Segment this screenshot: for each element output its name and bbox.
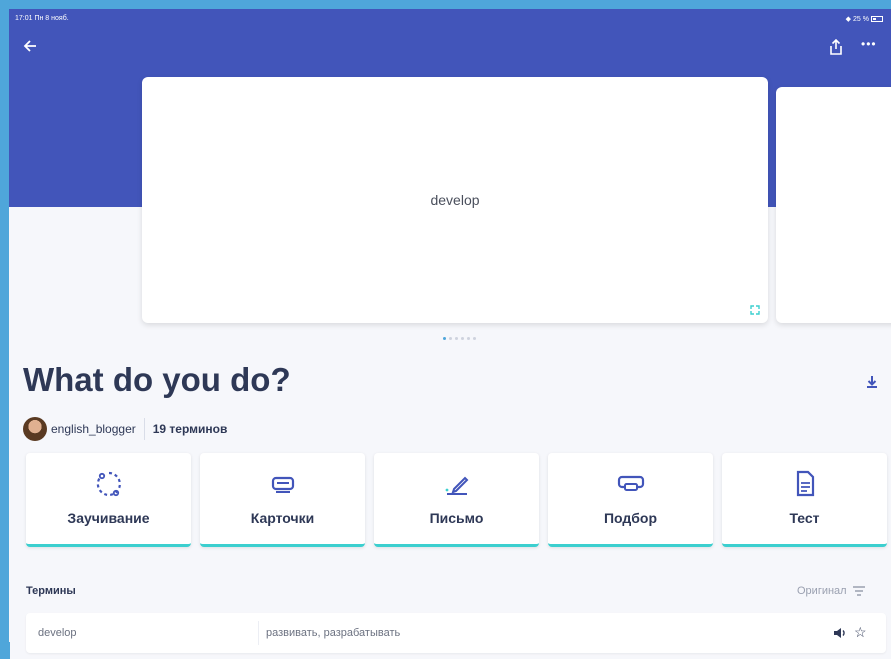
window-frame-corner [0,642,10,659]
table-row: develop развивать, разрабатывать ☆ [26,613,886,653]
page-title: What do you do? [23,361,291,398]
carousel-dot[interactable] [467,337,470,340]
term-word: develop [38,627,77,639]
mode-match-label: Подбор [603,510,658,526]
author-name[interactable]: english_blogger [51,422,136,436]
mode-test-label: Тест [789,510,820,526]
mode-learn-label: Заучивание [67,510,150,526]
carousel-dot-active[interactable] [443,337,446,340]
more-button[interactable]: ••• [861,37,881,57]
mode-cards-label: Карточки [250,510,315,526]
arrow-left-icon [23,40,36,52]
speaker-icon[interactable] [832,625,848,641]
battery-icon [871,16,883,22]
share-button[interactable] [829,38,847,59]
star-icon[interactable]: ☆ [854,624,867,640]
carousel-dot[interactable] [461,337,464,340]
mode-learn-button[interactable]: Заучивание [26,453,191,547]
carousel-dot[interactable] [473,337,476,340]
carousel-dot[interactable] [449,337,452,340]
cards-icon [271,476,294,493]
window-frame-top [0,0,891,9]
back-button[interactable] [23,39,43,59]
study-modes: Заучивание Карточки Письмо Подбор Тест [26,453,887,547]
term-divider [258,621,259,645]
status-battery: ◆ 25 % [846,15,883,23]
set-meta: english_blogger 19 терминов [23,416,227,442]
terms-sort-label: Оригинал [797,585,847,597]
terms-sort-button[interactable]: Оригинал [797,585,865,597]
expand-icon[interactable] [750,305,760,315]
carousel-dot[interactable] [455,337,458,340]
filter-icon [852,586,865,596]
next-flashcard-peek[interactable] [776,87,891,323]
window-frame-left [0,0,9,659]
flashcard[interactable]: develop [142,77,768,323]
write-pen-icon [445,476,468,495]
learn-cycle-icon [96,471,121,497]
carousel-dots [443,337,476,340]
meta-divider [143,418,145,440]
status-bar: 17:01 Пн 8 нояб. ◆ 25 % [15,13,883,27]
mode-test-button[interactable]: Тест [722,453,887,547]
more-horizontal-icon: ••• [861,37,877,51]
avatar[interactable] [23,417,47,441]
terms-section-title: Термины [26,585,76,597]
app-screen: 17:01 Пн 8 нояб. ◆ 25 % ••• develop What… [9,9,891,659]
mode-match-button[interactable]: Подбор [548,453,713,547]
mode-write-label: Письмо [429,510,484,526]
status-time: 17:01 Пн 8 нояб. [15,15,69,22]
test-doc-icon [796,470,814,497]
term-definition: развивать, разрабатывать [266,627,401,639]
mode-write-button[interactable]: Письмо [374,453,539,547]
share-icon [830,38,842,55]
match-icon [617,475,644,491]
wifi-icon: ◆ [845,16,852,23]
download-icon[interactable] [863,373,881,391]
term-count: 19 терминов [152,422,228,436]
mode-cards-button[interactable]: Карточки [200,453,365,547]
flashcard-term: develop [430,192,480,208]
battery-level: 25 % [853,15,869,23]
